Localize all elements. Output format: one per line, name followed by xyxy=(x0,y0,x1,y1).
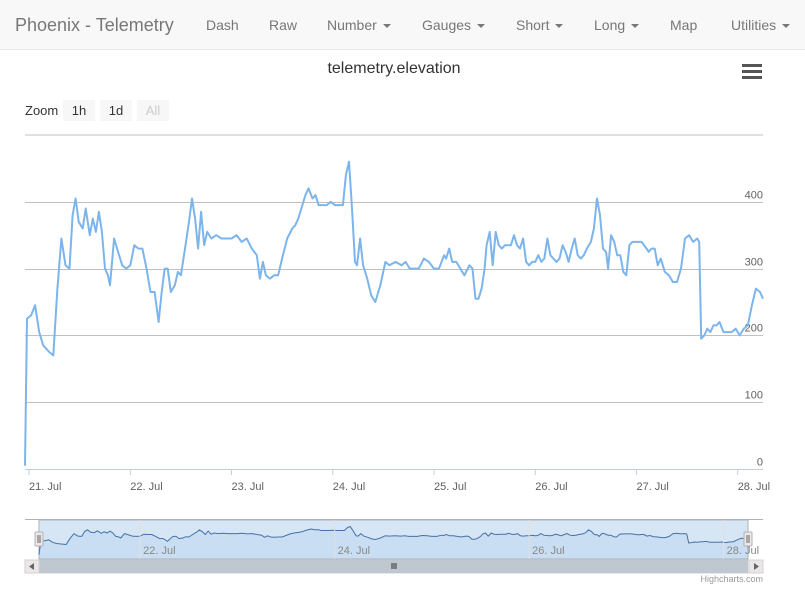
credit-link[interactable]: Highcharts.com xyxy=(700,574,763,584)
y-tick-labels: 0100200300400 xyxy=(745,190,763,469)
navigator-tick-label: 24. Jul xyxy=(338,545,370,557)
x-tick-label: 22. Jul xyxy=(130,481,162,493)
series-layer xyxy=(24,160,764,466)
series-line xyxy=(24,160,764,466)
chart-area: 0100200300400 21. Jul 22. Jul 23. Jul 24. J… xyxy=(24,134,770,574)
x-tick-labels: 21. Jul 22. Jul 23. Jul 24. Jul 25. Jul 26. J… xyxy=(25,469,770,493)
x-tick-label: 26. Jul xyxy=(535,481,567,493)
navigator-tick-label: 26. Jul xyxy=(532,545,564,557)
y-tick-label: 400 xyxy=(745,190,763,202)
x-tick-label: 24. Jul xyxy=(333,481,365,493)
x-tick-label: 21. Jul xyxy=(29,481,61,493)
y-tick-label: 100 xyxy=(745,390,763,402)
navigator-tick-label: 22. Jul xyxy=(143,545,175,557)
y-tick-label: 300 xyxy=(745,257,763,269)
navigator[interactable]: 22. Jul 24. Jul 26. Jul 28. Jul xyxy=(25,519,763,560)
x-tick-label: 27. Jul xyxy=(636,481,668,493)
navigator-tick-label: 28. Jul xyxy=(727,545,759,557)
scrollbar[interactable] xyxy=(24,559,764,574)
y-tick-label: 0 xyxy=(757,457,763,469)
navigator-left-handle[interactable] xyxy=(34,531,44,547)
navigator-right-handle[interactable] xyxy=(743,531,753,547)
x-tick-label: 25. Jul xyxy=(434,481,466,493)
grid-lines xyxy=(25,134,763,470)
x-tick-label: 23. Jul xyxy=(232,481,264,493)
x-tick-label: 28. Jul xyxy=(738,481,770,493)
